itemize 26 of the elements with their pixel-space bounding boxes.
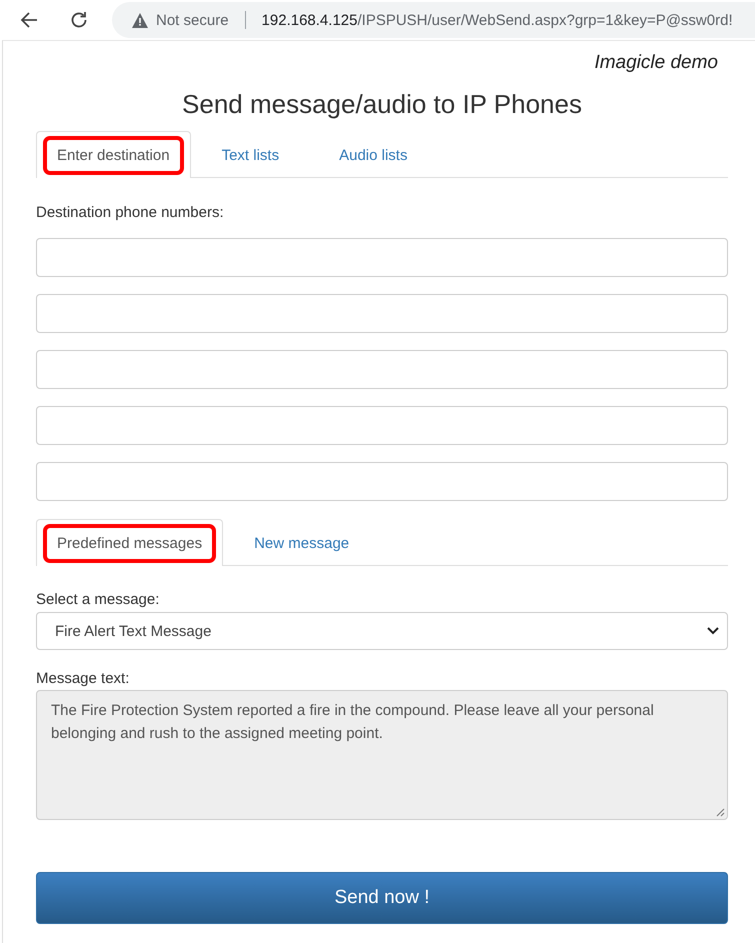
tab[interactable]: Audio lists (310, 131, 436, 178)
field-label: Destination phone numbers: (36, 204, 225, 221)
resize-grip-icon[interactable] (716, 808, 725, 817)
tab[interactable]: Enter destination (36, 131, 191, 178)
phone-number-field[interactable] (36, 350, 728, 389)
back-icon[interactable] (20, 11, 38, 29)
tab[interactable]: Text lists (192, 131, 308, 178)
message-textarea[interactable]: The Fire Protection System reported a fire in the compound. Please leave all your personal belonging and rush to the assigned meeting point. (36, 690, 728, 820)
phone-number-field[interactable] (36, 294, 728, 333)
reload-icon[interactable] (70, 11, 88, 29)
send-button[interactable]: Send now ! (36, 872, 728, 924)
warning-icon (132, 12, 148, 28)
chevron-down-icon[interactable] (707, 627, 719, 635)
phone-number-field[interactable] (36, 238, 728, 277)
page-title: Send message/audio to IP Phones (181, 89, 583, 120)
field-label: Select a message: (36, 591, 160, 608)
field-label: Message text: (36, 670, 130, 687)
security-label: Not secure (156, 12, 229, 28)
phone-number-field[interactable] (36, 462, 728, 501)
tab[interactable]: New message (225, 519, 378, 566)
tab[interactable]: Predefined messages (36, 519, 224, 566)
address-bar[interactable]: Not secure 192.168.4.125/IPSPUSH/user/WebSend.aspx?grp=1&key=P@ssw0rd! (112, 2, 755, 38)
phone-number-field[interactable] (36, 406, 728, 445)
url-text: 192.168.4.125/IPSPUSH/user/WebSend.aspx?grp=1&key=P@ssw0rd! (262, 12, 733, 28)
brand-text: Imagicle demo (593, 51, 719, 74)
message-select[interactable]: Fire Alert Text Message (36, 612, 728, 650)
